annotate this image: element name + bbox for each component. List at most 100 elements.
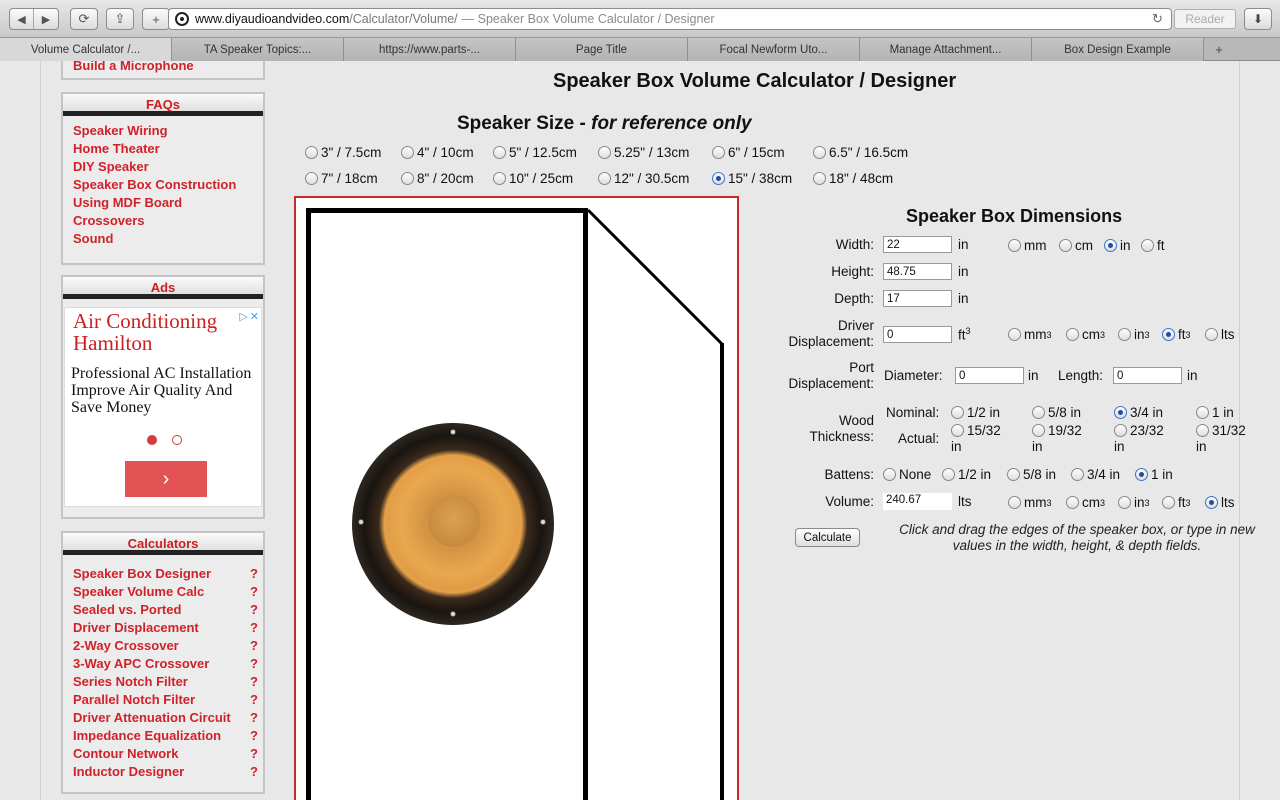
radio-button-icon[interactable]	[1008, 496, 1021, 509]
speaker-size-option[interactable]: 7" / 18cm	[305, 171, 378, 186]
batten-option[interactable]: 1 in	[1135, 467, 1173, 482]
radio-button-icon[interactable]	[951, 424, 964, 437]
radio-button-icon[interactable]	[942, 468, 955, 481]
new-tab-icon[interactable]: +	[142, 8, 170, 30]
radio-button-icon[interactable]	[813, 172, 826, 185]
radio-button-icon[interactable]	[1141, 239, 1154, 252]
calculator-help-icon[interactable]: ?	[250, 637, 258, 655]
radio-button-icon[interactable]	[1007, 468, 1020, 481]
radio-button-icon[interactable]	[1118, 328, 1131, 341]
ad-title[interactable]: Air Conditioning Hamilton	[73, 310, 261, 354]
radio-button-icon[interactable]	[1205, 496, 1218, 509]
radio-button-icon[interactable]	[1118, 496, 1131, 509]
driver-unit-option[interactable]: mm 3	[1008, 327, 1052, 342]
calculator-link-label[interactable]: 2-Way Crossover	[73, 638, 179, 653]
calculator-link-label[interactable]: Speaker Box Designer	[73, 566, 211, 581]
tab-volume-calculator[interactable]: Volume Calculator /...	[0, 38, 172, 61]
radio-button-icon[interactable]	[1114, 406, 1127, 419]
tab-ta-speaker-topics[interactable]: TA Speaker Topics:...	[172, 38, 344, 61]
radio-button-icon[interactable]	[712, 172, 725, 185]
box-top-edge[interactable]	[586, 208, 725, 347]
reload-icon[interactable]: ↻	[1152, 11, 1163, 27]
speaker-size-option[interactable]: 10" / 25cm	[493, 171, 573, 186]
wood-nominal-option[interactable]: 3/4 in	[1114, 405, 1163, 420]
radio-button-icon[interactable]	[493, 146, 506, 159]
driver-unit-option[interactable]: cm 3	[1066, 327, 1105, 342]
wood-actual-option[interactable]: 31/32	[1196, 423, 1246, 438]
volume-unit-option[interactable]: mm 3	[1008, 495, 1052, 510]
radio-button-icon[interactable]	[1162, 496, 1175, 509]
radio-button-icon[interactable]	[1008, 239, 1021, 252]
calculator-help-icon[interactable]: ?	[250, 583, 258, 601]
calculator-link[interactable]: Contour Network?	[73, 745, 263, 763]
length-unit-option[interactable]: in	[1104, 238, 1131, 253]
forward-icon[interactable]: ▶	[34, 9, 58, 29]
speaker-size-option[interactable]: 6" / 15cm	[712, 145, 785, 160]
depth-input[interactable]	[883, 290, 952, 307]
speaker-size-option[interactable]: 5" / 12.5cm	[493, 145, 577, 160]
batten-option[interactable]: 3/4 in	[1071, 467, 1120, 482]
radio-button-icon[interactable]	[1196, 424, 1209, 437]
calculator-help-icon[interactable]: ?	[250, 691, 258, 709]
calculator-link[interactable]: Parallel Notch Filter?	[73, 691, 263, 709]
tab-parts-express[interactable]: https://www.parts-...	[344, 38, 516, 61]
ad-unit[interactable]: Air Conditioning Hamilton ▷ ✕ Professiona…	[64, 307, 262, 507]
calculator-help-icon[interactable]: ?	[250, 763, 258, 781]
calculator-help-icon[interactable]: ?	[250, 619, 258, 637]
calculator-help-icon[interactable]: ?	[250, 565, 258, 583]
tab-box-design-example[interactable]: Box Design Example	[1032, 38, 1204, 61]
ad-carousel-dot-active[interactable]	[147, 435, 157, 445]
driver-unit-option[interactable]: in 3	[1118, 327, 1150, 342]
calculator-link-label[interactable]: Contour Network	[73, 746, 178, 761]
radio-button-icon[interactable]	[712, 146, 725, 159]
faq-link[interactable]: Speaker Box Construction	[73, 176, 263, 194]
length-unit-option[interactable]: mm	[1008, 238, 1047, 253]
volume-unit-option[interactable]: lts	[1205, 495, 1235, 510]
radio-button-icon[interactable]	[1071, 468, 1084, 481]
calculator-link[interactable]: Impedance Equalization?	[73, 727, 263, 745]
box-designer-canvas[interactable]	[294, 196, 739, 800]
calculator-link-label[interactable]: Sealed vs. Ported	[73, 602, 181, 617]
faq-link[interactable]: Home Theater	[73, 140, 263, 158]
radio-button-icon[interactable]	[1162, 328, 1175, 341]
radio-button-icon[interactable]	[1032, 424, 1045, 437]
radio-button-icon[interactable]	[1066, 496, 1079, 509]
calculator-link[interactable]: Speaker Box Designer?	[73, 565, 263, 583]
calculator-link-label[interactable]: 3-Way APC Crossover	[73, 656, 209, 671]
radio-button-icon[interactable]	[951, 406, 964, 419]
wood-nominal-option[interactable]: 1 in	[1196, 405, 1234, 420]
width-input[interactable]	[883, 236, 952, 253]
history-icon[interactable]: ⟳	[70, 8, 98, 30]
radio-button-icon[interactable]	[1059, 239, 1072, 252]
wood-actual-option[interactable]: 19/32	[1032, 423, 1082, 438]
radio-button-icon[interactable]	[813, 146, 826, 159]
tab-manage-attachment[interactable]: Manage Attachment...	[860, 38, 1032, 61]
calculator-help-icon[interactable]: ?	[250, 727, 258, 745]
speaker-size-option[interactable]: 12" / 30.5cm	[598, 171, 689, 186]
speaker-size-option[interactable]: 18" / 48cm	[813, 171, 893, 186]
length-unit-option[interactable]: cm	[1059, 238, 1093, 253]
wood-nominal-option[interactable]: 5/8 in	[1032, 405, 1081, 420]
calculator-link[interactable]: Driver Attenuation Circuit?	[73, 709, 263, 727]
calculator-help-icon[interactable]: ?	[250, 655, 258, 673]
tab-focal-newform[interactable]: Focal Newform Uto...	[688, 38, 860, 61]
calculator-link[interactable]: 3-Way APC Crossover?	[73, 655, 263, 673]
wood-actual-option[interactable]: 15/32	[951, 423, 1001, 438]
faq-link[interactable]: Speaker Wiring	[73, 122, 263, 140]
volume-unit-option[interactable]: in 3	[1118, 495, 1150, 510]
volume-unit-option[interactable]: ft 3	[1162, 495, 1191, 510]
radio-button-icon[interactable]	[883, 468, 896, 481]
add-tab-button[interactable]: +	[1204, 38, 1234, 61]
radio-button-icon[interactable]	[1196, 406, 1209, 419]
download-icon[interactable]: ⬇	[1244, 8, 1272, 30]
calculator-link-label[interactable]: Impedance Equalization	[73, 728, 221, 743]
radio-button-icon[interactable]	[598, 172, 611, 185]
wood-actual-option[interactable]: 23/32	[1114, 423, 1164, 438]
radio-button-icon[interactable]	[1135, 468, 1148, 481]
radio-button-icon[interactable]	[1008, 328, 1021, 341]
radio-button-icon[interactable]	[401, 172, 414, 185]
radio-button-icon[interactable]	[598, 146, 611, 159]
calculator-link[interactable]: 2-Way Crossover?	[73, 637, 263, 655]
calculator-help-icon[interactable]: ?	[250, 745, 258, 763]
radio-button-icon[interactable]	[1205, 328, 1218, 341]
